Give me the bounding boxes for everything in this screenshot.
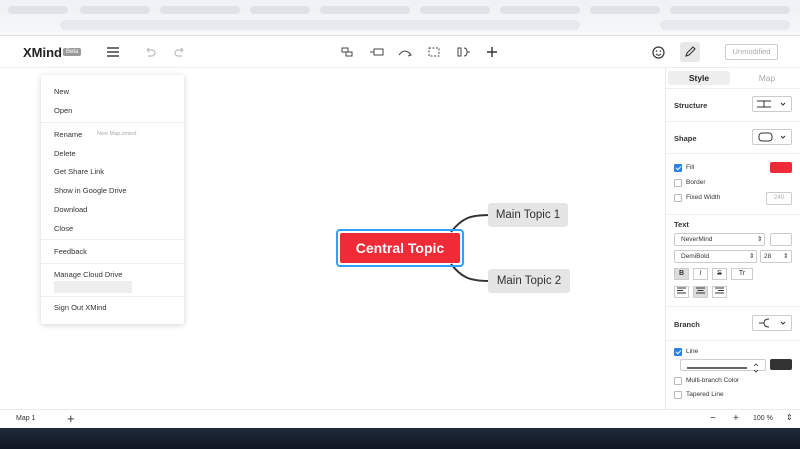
branch-curve-icon — [759, 318, 786, 328]
zoom-dropdown-icon[interactable]: ⇕ — [786, 413, 793, 422]
fill-checkbox[interactable] — [674, 164, 682, 172]
structure-label: Structure — [674, 101, 708, 110]
file-menu: New Open Rename New Map.xmind Delete Get… — [41, 75, 184, 324]
text-section-label: Text — [674, 220, 689, 229]
menu-item-delete[interactable]: Delete — [54, 149, 76, 158]
sheet-tab-map1[interactable]: Map 1 — [16, 415, 35, 422]
font-size-select[interactable]: 28 ⇕ — [760, 250, 792, 263]
menu-item-new[interactable]: New — [54, 87, 69, 96]
main-topic-1[interactable]: Main Topic 1 — [488, 203, 568, 227]
menu-item-show-in-google-drive[interactable]: Show in Google Drive — [54, 186, 127, 195]
tapered-line-checkbox[interactable] — [674, 391, 682, 399]
shape-label: Shape — [674, 134, 697, 143]
align-right-button[interactable] — [712, 286, 727, 298]
add-sheet-icon[interactable]: + — [67, 411, 75, 426]
menu-item-rename[interactable]: Rename — [54, 130, 82, 139]
structure-select[interactable] — [752, 96, 792, 112]
structure-icon — [757, 100, 786, 108]
bold-button[interactable]: B — [674, 268, 689, 280]
border-label: Border — [686, 179, 706, 186]
zoom-level[interactable]: 100 % — [753, 415, 773, 422]
menu-item-download[interactable]: Download — [54, 205, 87, 214]
fill-color-swatch[interactable] — [770, 162, 792, 173]
align-left-button[interactable] — [674, 286, 689, 298]
os-taskbar — [0, 428, 800, 449]
status-bar: Map 1 + − + 100 % ⇕ — [0, 409, 800, 428]
font-family-select[interactable]: NeverMind ⇕ — [674, 233, 765, 246]
font-weight-select[interactable]: DemiBold ⇕ — [674, 250, 757, 263]
multi-branch-color-label: Multi-branch Color — [686, 377, 740, 384]
fill-label: Fill — [686, 164, 695, 171]
tapered-line-label: Tapered Line — [686, 391, 724, 398]
rename-filename: New Map.xmind — [97, 131, 137, 137]
fixed-width-input[interactable]: 240 — [766, 192, 792, 205]
menu-item-sign-out[interactable]: Sign Out XMind — [54, 303, 107, 312]
menu-item-manage-cloud-drive[interactable]: Manage Cloud Drive — [54, 270, 122, 279]
account-placeholder — [54, 281, 132, 293]
tab-map[interactable]: Map — [736, 71, 798, 85]
menu-item-open[interactable]: Open — [54, 106, 72, 115]
line-color-swatch[interactable] — [770, 359, 792, 370]
branch-section-label: Branch — [674, 320, 700, 329]
align-center-button[interactable] — [693, 286, 708, 298]
fixed-width-label: Fixed Width — [686, 194, 721, 201]
central-topic[interactable]: Central Topic — [336, 229, 464, 267]
menu-item-get-share-link[interactable]: Get Share Link — [54, 167, 104, 176]
text-color-swatch[interactable] — [770, 233, 792, 246]
zoom-out-icon[interactable]: − — [710, 413, 716, 424]
line-label: Line — [686, 348, 699, 355]
shape-select[interactable] — [752, 129, 792, 145]
main-topic-2[interactable]: Main Topic 2 — [488, 269, 570, 293]
central-topic-label: Central Topic — [340, 233, 460, 263]
zoom-in-icon[interactable]: + — [733, 413, 739, 424]
text-case-button[interactable]: Tr — [731, 268, 753, 280]
tab-style[interactable]: Style — [668, 71, 730, 85]
rounded-rect-shape-icon — [758, 132, 786, 142]
strikethrough-button[interactable]: S — [712, 268, 727, 280]
line-style-select[interactable] — [680, 359, 766, 373]
fixed-width-checkbox[interactable] — [674, 194, 682, 202]
border-checkbox[interactable] — [674, 179, 682, 187]
branch-style-select[interactable] — [752, 315, 792, 331]
format-panel: Style Map Structure Shape Fill Border Fi… — [665, 68, 800, 409]
multi-branch-color-checkbox[interactable] — [674, 377, 682, 385]
menu-item-close[interactable]: Close — [54, 224, 73, 233]
line-checkbox[interactable] — [674, 348, 682, 356]
menu-item-feedback[interactable]: Feedback — [54, 247, 87, 256]
italic-button[interactable]: I — [693, 268, 708, 280]
